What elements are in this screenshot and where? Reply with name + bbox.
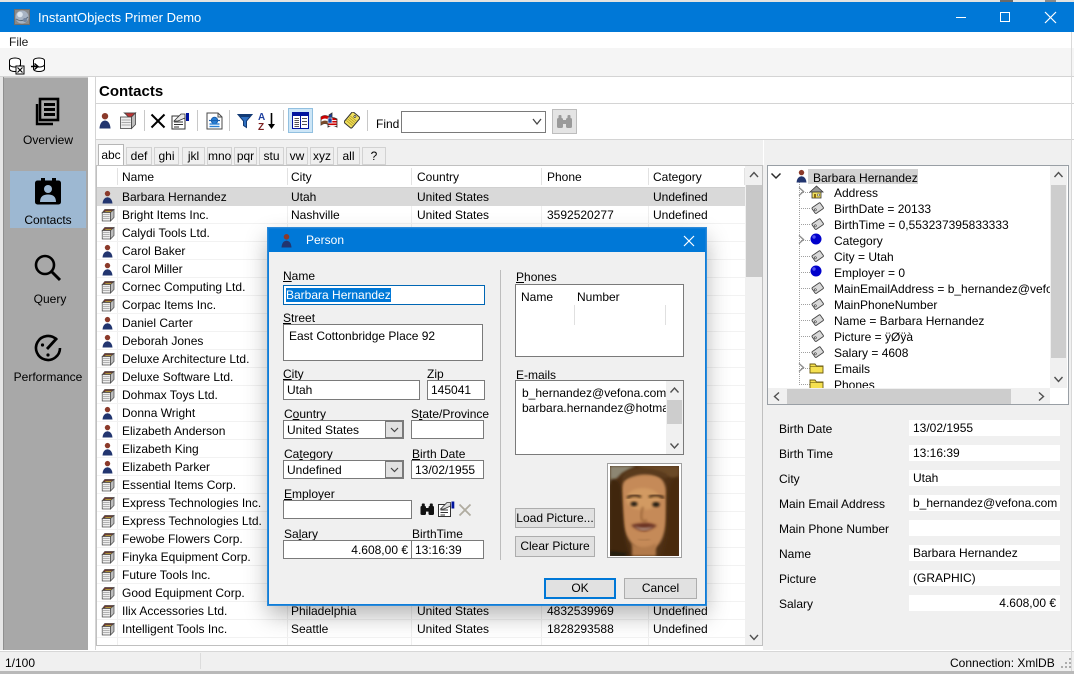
svg-text:Z: Z	[258, 122, 264, 131]
